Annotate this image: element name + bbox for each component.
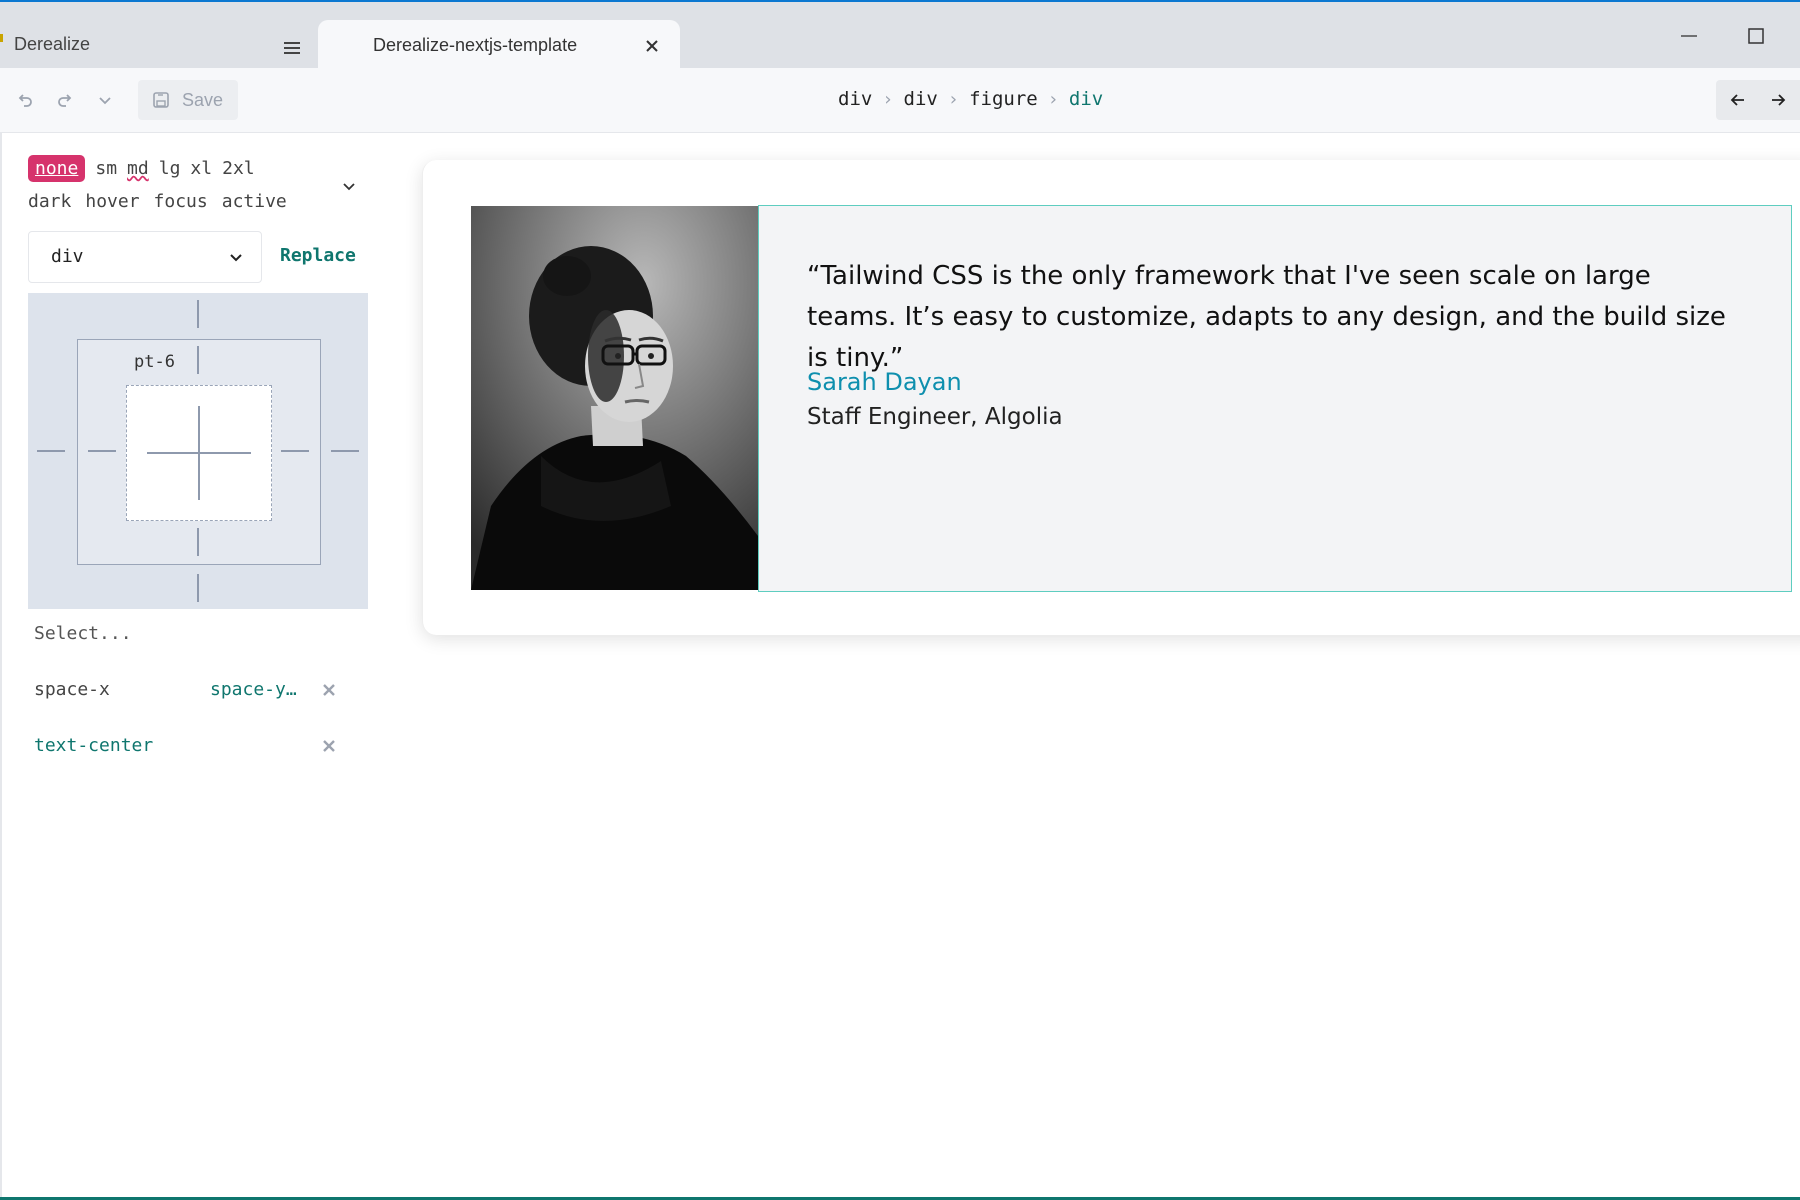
breakpoint-sm[interactable]: sm xyxy=(95,156,117,181)
redo-button[interactable] xyxy=(46,80,84,120)
state-active[interactable]: active xyxy=(222,189,287,214)
padding-bottom-handle[interactable] xyxy=(197,528,199,556)
save-label: Save xyxy=(182,89,224,110)
breadcrumb-item[interactable]: div xyxy=(904,88,938,110)
state-hover[interactable]: hover xyxy=(85,189,139,214)
class-row: space-x space-y… xyxy=(34,679,344,709)
content-box xyxy=(126,385,272,521)
breadcrumb-separator-icon: › xyxy=(1049,88,1057,110)
state-selector: dark hover focus active xyxy=(28,189,287,214)
undo-icon xyxy=(18,94,32,107)
breadcrumb-item[interactable]: div xyxy=(838,88,872,110)
save-icon xyxy=(153,92,169,108)
breadcrumb-separator-icon: › xyxy=(949,88,958,110)
app-logo-icon xyxy=(0,34,3,42)
breadcrumb-item-current[interactable]: div xyxy=(1069,88,1103,110)
author-name: Sarah Dayan xyxy=(807,368,962,396)
element-navigation xyxy=(1716,80,1800,120)
hamburger-menu-icon[interactable] xyxy=(280,38,304,58)
remove-class-icon[interactable] xyxy=(320,681,338,699)
arrow-left-icon xyxy=(1730,94,1744,106)
class-name[interactable]: text-center xyxy=(34,735,153,756)
author-role: Staff Engineer, Algolia xyxy=(807,404,1063,430)
chevron-down-icon xyxy=(99,97,111,105)
redo-icon xyxy=(58,94,72,107)
tab-title: Derealize-nextjs-template xyxy=(373,35,578,55)
breakpoint-2xl[interactable]: 2xl xyxy=(222,156,255,181)
breakpoint-selector: none sm md lg xl 2xl xyxy=(28,155,255,182)
margin-left-handle[interactable] xyxy=(37,450,65,452)
breakpoint-none[interactable]: none xyxy=(28,155,86,182)
title-bar: Derealize Derealize-nextjs-template xyxy=(0,2,1800,70)
save-button[interactable]: Save xyxy=(138,80,238,120)
previous-element-button[interactable] xyxy=(1718,80,1758,120)
app-name: Derealize xyxy=(14,34,91,54)
margin-bottom-handle[interactable] xyxy=(197,574,199,602)
padding-box: pt-6 xyxy=(77,339,321,565)
content-width-handle[interactable] xyxy=(147,452,251,454)
class-name[interactable]: space-x xyxy=(34,679,110,700)
selected-element-quote-container[interactable]: “Tailwind CSS is the only framework that… xyxy=(758,205,1792,592)
breadcrumb-item[interactable]: figure xyxy=(969,88,1038,110)
breadcrumb-separator-icon: › xyxy=(884,88,892,110)
toolbar: Save div › div › figure › div xyxy=(0,68,1800,133)
breakpoint-md[interactable]: md xyxy=(127,156,149,181)
remove-class-icon[interactable] xyxy=(320,737,338,755)
margin-top-handle[interactable] xyxy=(197,300,199,328)
history-dropdown-button[interactable] xyxy=(86,80,124,120)
undo-button[interactable] xyxy=(6,80,44,120)
minimize-window-icon[interactable] xyxy=(1678,26,1700,46)
profile-photo[interactable] xyxy=(471,206,758,590)
breakpoint-lg[interactable]: lg xyxy=(159,156,181,181)
padding-right-handle[interactable] xyxy=(281,450,309,452)
app-tab[interactable]: Derealize xyxy=(0,20,318,68)
margin-right-handle[interactable] xyxy=(331,450,359,452)
class-row: text-center xyxy=(34,735,344,765)
tag-select-value: div xyxy=(51,246,84,267)
box-model-editor: pt-6 xyxy=(28,293,368,609)
breadcrumb: div › div › figure › div xyxy=(838,88,1103,110)
expand-variants-icon[interactable] xyxy=(340,177,358,195)
tag-select[interactable]: div xyxy=(28,231,262,283)
properties-panel: none sm md lg xl 2xl dark hover focus ac… xyxy=(0,133,394,1198)
class-select-input[interactable]: Select... xyxy=(34,623,132,644)
tab-document[interactable]: Derealize-nextjs-template xyxy=(318,20,680,70)
state-dark[interactable]: dark xyxy=(28,189,71,214)
replace-button[interactable]: Replace xyxy=(280,245,356,266)
arrow-right-icon xyxy=(1772,94,1786,106)
padding-top-value[interactable]: pt-6 xyxy=(134,352,175,372)
padding-left-handle[interactable] xyxy=(88,450,116,452)
state-focus[interactable]: focus xyxy=(154,189,208,214)
testimonial-quote: “Tailwind CSS is the only framework that… xyxy=(807,261,1726,373)
breakpoint-xl[interactable]: xl xyxy=(190,156,212,181)
padding-top-handle[interactable] xyxy=(197,346,199,374)
next-element-button[interactable] xyxy=(1758,80,1798,120)
maximize-window-icon[interactable] xyxy=(1746,26,1766,46)
chevron-down-icon xyxy=(227,248,245,266)
close-tab-icon[interactable] xyxy=(642,36,662,56)
class-value[interactable]: space-y… xyxy=(210,679,297,700)
